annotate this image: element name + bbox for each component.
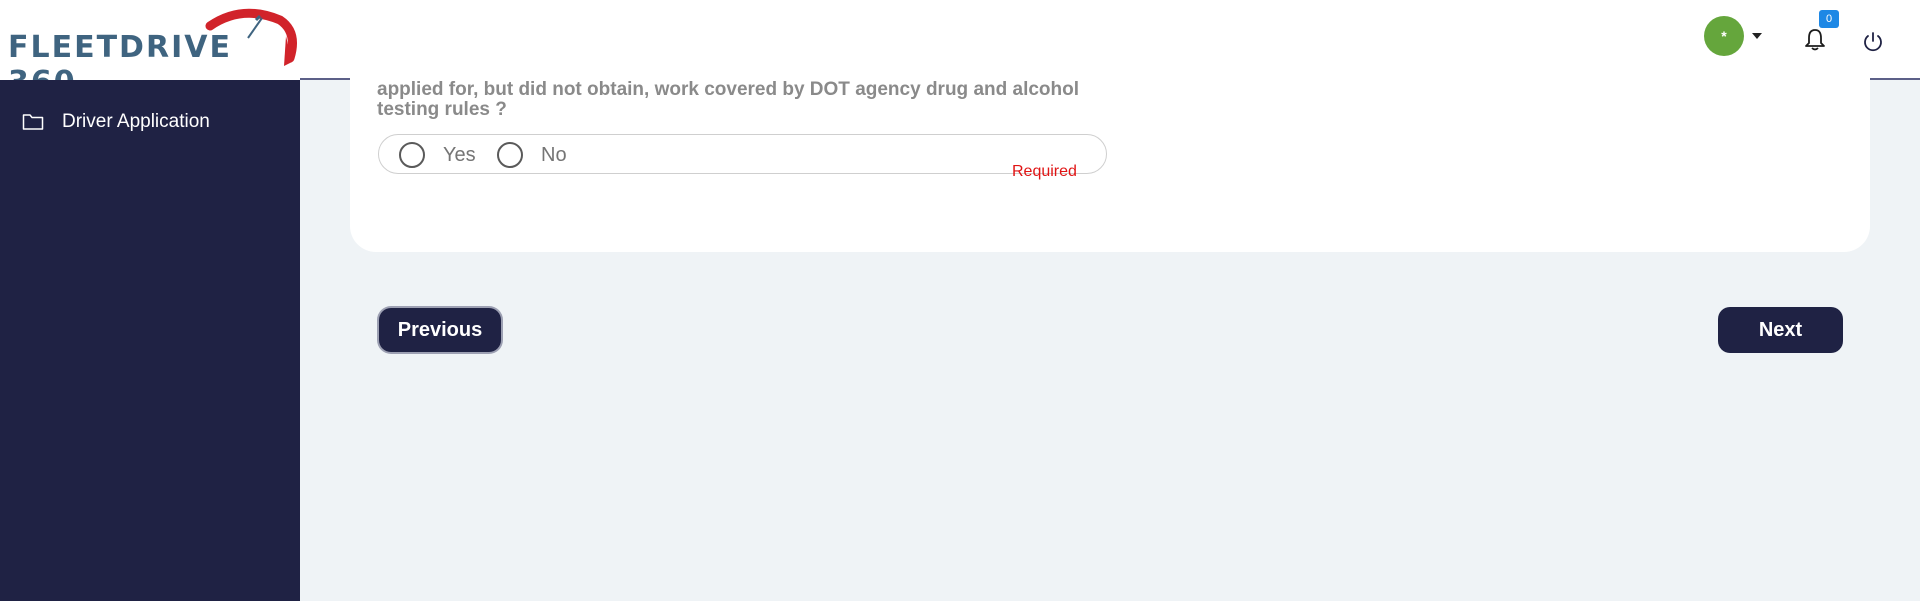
radio-circle-icon[interactable] <box>497 142 523 168</box>
previous-button[interactable]: Previous <box>379 308 501 352</box>
sidebar: Driver Application <box>0 80 300 601</box>
question-text: applied for, but did not obtain, work co… <box>377 80 1097 120</box>
next-button[interactable]: Next <box>1718 307 1843 353</box>
speedometer-logo-icon <box>205 8 297 66</box>
radio-option-no[interactable]: No <box>497 142 567 168</box>
notification-count-badge: 0 <box>1819 10 1839 28</box>
radio-circle-icon[interactable] <box>399 142 425 168</box>
power-icon[interactable] <box>1862 31 1884 53</box>
question-line: applied for, but did not obtain, work co… <box>377 79 1080 100</box>
question-line: testing rules ? <box>377 99 507 120</box>
avatar-initial: * <box>1721 28 1727 44</box>
folder-icon <box>22 114 44 130</box>
radio-option-yes[interactable]: Yes <box>399 142 476 168</box>
brand-logo[interactable]: FLEETDRIVE 360 <box>6 8 306 100</box>
notification-count: 0 <box>1825 13 1833 25</box>
chevron-down-icon[interactable] <box>1752 33 1762 39</box>
radio-label-no: No <box>541 143 567 166</box>
user-avatar[interactable]: * <box>1704 16 1744 56</box>
notification-bell-icon[interactable] <box>1804 28 1826 52</box>
sidebar-item-driver-application[interactable]: Driver Application <box>22 108 210 136</box>
required-validation-message: Required <box>1012 163 1077 180</box>
yes-no-radio-group: Yes No <box>378 134 1107 174</box>
radio-label-yes: Yes <box>443 143 476 166</box>
sidebar-item-label: Driver Application <box>62 111 210 132</box>
